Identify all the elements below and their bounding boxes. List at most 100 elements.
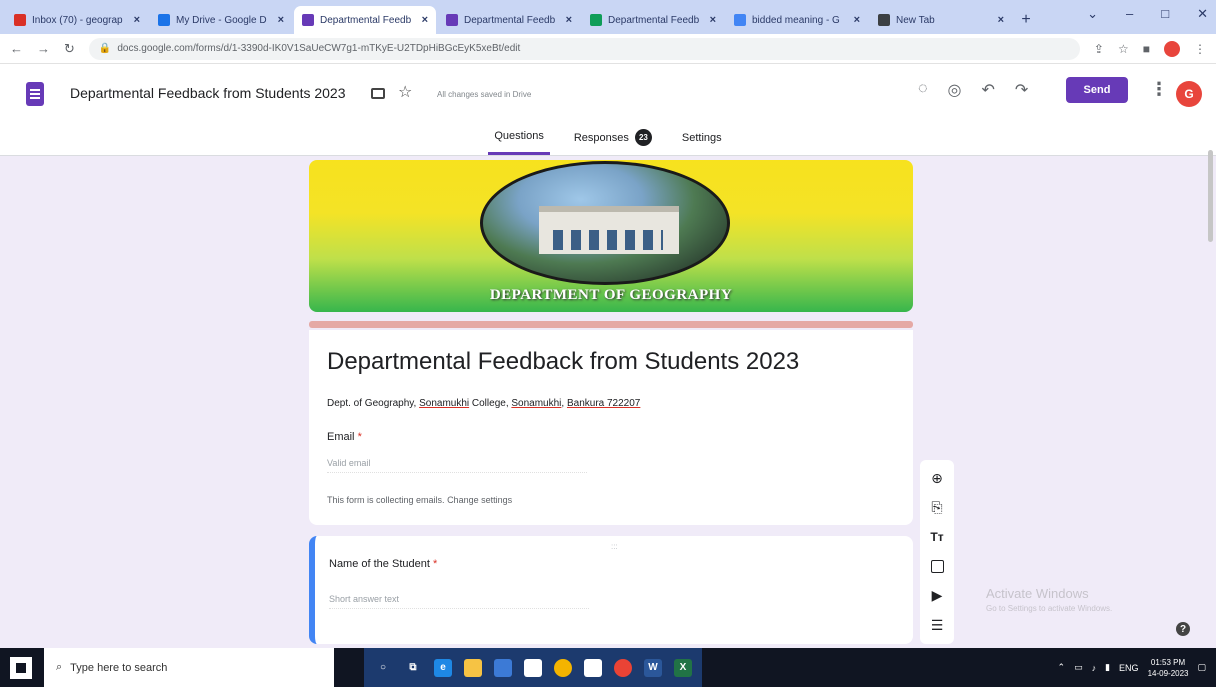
close-tab-icon[interactable]: × (710, 14, 716, 26)
short-answer-field[interactable]: Short answer text (329, 594, 589, 609)
document-title[interactable]: Departmental Feedback from Students 2023 (70, 85, 346, 101)
save-status: All changes saved in Drive (437, 90, 532, 99)
redo-icon[interactable]: ↷ (1015, 80, 1028, 100)
browser-tab[interactable]: My Drive - Google D × (150, 6, 292, 34)
banner-caption: DEPARTMENT OF GEOGRAPHY (489, 287, 733, 303)
bookmark-star-icon[interactable]: ☆ (1118, 42, 1129, 56)
address-bar: ← → ↻ 🔒 docs.google.com/forms/d/1-3390d-… (0, 34, 1216, 64)
tray-expand-icon[interactable]: ⌃ (1058, 662, 1066, 673)
add-section-icon[interactable]: ☰ (926, 614, 948, 636)
system-tray: ⌃ ▭ ♪ ▮ ENG 01:53 PM 14-09-2023 ▢ (1058, 648, 1206, 687)
word-icon[interactable]: W (644, 658, 662, 677)
tab-title: bidded meaning - G (752, 14, 840, 26)
reload-icon[interactable]: ↻ (64, 41, 75, 57)
building-shape (539, 206, 679, 254)
back-icon[interactable]: ← (10, 41, 23, 56)
clock-time: 01:53 PM (1150, 657, 1186, 667)
form-title[interactable]: Departmental Feedback from Students 2023 (327, 348, 799, 376)
notifications-icon[interactable]: ▢ (1197, 662, 1206, 673)
profile-avatar-icon[interactable] (1164, 40, 1180, 57)
email-question-label: Email * (327, 431, 362, 443)
customize-theme-icon[interactable]: ◌ (918, 80, 928, 100)
network-icon[interactable]: ▭ (1074, 662, 1083, 673)
more-options-icon[interactable]: ⋮ (1150, 79, 1168, 100)
document-icon[interactable] (524, 658, 542, 677)
close-tab-icon[interactable]: × (854, 14, 860, 26)
email-collection-note: This form is collecting emails. Change s… (327, 495, 512, 505)
chrome-taskbar-icon[interactable] (554, 658, 572, 677)
question-card[interactable]: ::: Name of the Student * Short answer t… (309, 536, 913, 644)
browser-tab[interactable]: Inbox (70) - geograp × (6, 6, 148, 34)
browser-tab[interactable]: Departmental Feedb × (438, 6, 580, 34)
close-window-icon[interactable]: ✕ (1197, 6, 1208, 22)
tab-questions[interactable]: Questions (488, 125, 550, 155)
tab-search-icon[interactable]: ⌄ (1087, 6, 1098, 22)
form-description[interactable]: Dept. of Geography, Sonamukhi College, S… (327, 398, 640, 409)
excel-icon[interactable]: X (674, 658, 692, 677)
clock[interactable]: 01:53 PM 14-09-2023 (1148, 657, 1189, 679)
url-field[interactable]: 🔒 docs.google.com/forms/d/1-3390d-IK0V1S… (88, 37, 1080, 60)
browser-tab-strip: Inbox (70) - geograp × My Drive - Google… (0, 0, 1216, 34)
required-marker: * (357, 431, 362, 443)
send-button[interactable]: Send (1066, 77, 1128, 103)
task-view-icon[interactable]: ⧉ (404, 659, 422, 677)
add-question-icon[interactable]: ⊕ (926, 468, 948, 490)
maximize-icon[interactable]: □ (1161, 6, 1169, 22)
close-tab-icon[interactable]: × (422, 14, 428, 26)
forward-icon[interactable]: → (37, 41, 50, 56)
window-controls: ⌄ – □ ✕ (1087, 6, 1208, 22)
undo-icon[interactable]: ↶ (981, 80, 994, 100)
store-icon[interactable] (494, 658, 512, 677)
tab-settings[interactable]: Settings (676, 125, 728, 155)
tab-title: New Tab (896, 14, 935, 26)
battery-icon[interactable]: ▮ (1105, 662, 1110, 673)
close-tab-icon[interactable]: × (134, 14, 140, 26)
new-tab-button[interactable]: + (1014, 6, 1038, 34)
form-title-card[interactable]: Departmental Feedback from Students 2023… (309, 330, 913, 525)
cortana-icon[interactable]: ○ (374, 659, 392, 677)
help-icon[interactable]: ? (1176, 622, 1190, 636)
extension-icon[interactable]: ■ (1143, 42, 1150, 56)
start-button[interactable] (10, 656, 32, 679)
edge-icon[interactable]: e (434, 658, 452, 677)
question-title[interactable]: Name of the Student * (329, 558, 437, 570)
browser-tab[interactable]: New Tab × (870, 6, 1012, 34)
account-avatar[interactable]: G (1176, 81, 1202, 107)
drive-icon (158, 14, 170, 26)
page-scrollbar[interactable] (1208, 150, 1213, 242)
forms-logo-icon[interactable] (26, 82, 44, 106)
tab-title: Departmental Feedb (320, 14, 412, 26)
browser-tab[interactable]: bidded meaning - G × (726, 6, 868, 34)
volume-icon[interactable]: ♪ (1092, 663, 1097, 673)
add-title-icon[interactable]: Tт (926, 526, 948, 548)
description-text: Dept. of Geography, (327, 398, 420, 409)
browser-menu-icon[interactable]: ⋮ (1194, 42, 1206, 56)
add-image-icon[interactable] (926, 556, 948, 578)
drag-handle-icon[interactable]: ::: (611, 542, 618, 551)
forms-icon (302, 14, 314, 26)
star-icon[interactable]: ☆ (398, 82, 412, 102)
windows-taskbar: ⌕ Type here to search ○ ⧉ e W X ⌃ ▭ ♪ ▮ … (0, 648, 1216, 687)
browser-tab[interactable]: Departmental Feedb × (582, 6, 724, 34)
file-explorer-icon[interactable] (464, 658, 482, 677)
forms-icon (446, 14, 458, 26)
add-video-icon[interactable]: ▶ (926, 585, 948, 607)
browser-tab-active[interactable]: Departmental Feedb × (294, 6, 436, 34)
close-tab-icon[interactable]: × (278, 14, 284, 26)
close-tab-icon[interactable]: × (998, 14, 1004, 26)
change-settings-link[interactable]: Change settings (447, 495, 512, 505)
browser-actions: ⇪ ☆ ■ ⋮ (1094, 40, 1206, 57)
tab-responses[interactable]: Responses 23 (568, 125, 658, 155)
share-icon[interactable]: ⇪ (1094, 42, 1104, 56)
import-questions-icon[interactable]: ⎘ (926, 497, 948, 519)
chrome-profile-icon[interactable] (614, 658, 632, 677)
collect-note-text: This form is collecting emails. (327, 495, 445, 505)
close-tab-icon[interactable]: × (566, 14, 572, 26)
preview-eye-icon[interactable]: ◎ (948, 80, 962, 100)
move-to-folder-icon[interactable] (371, 88, 385, 99)
email-field[interactable]: Valid email (327, 458, 587, 473)
lock-app-icon[interactable] (584, 658, 602, 677)
language-indicator[interactable]: ENG (1119, 663, 1139, 673)
taskbar-search[interactable]: ⌕ Type here to search (44, 648, 334, 687)
minimize-icon[interactable]: – (1126, 6, 1133, 22)
